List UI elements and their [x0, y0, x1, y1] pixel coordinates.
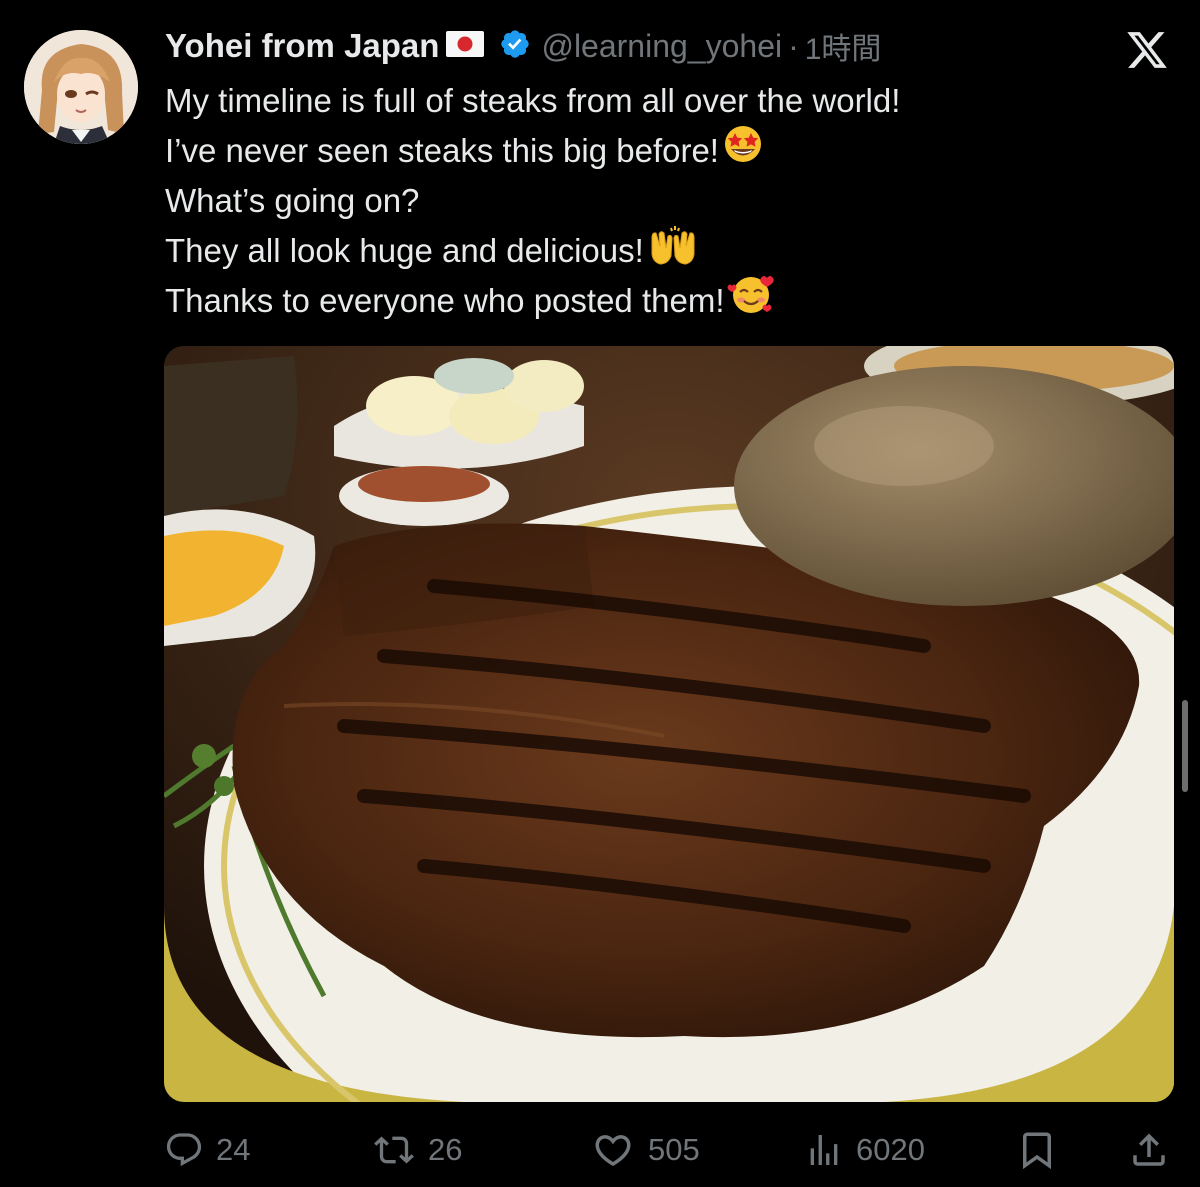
retweet-count: 26: [428, 1132, 463, 1167]
views-button[interactable]: 6020: [804, 1118, 925, 1182]
tweet-line-3: What’s going on?: [165, 176, 900, 226]
verified-badge-icon[interactable]: [499, 28, 531, 65]
reply-icon: [166, 1133, 202, 1167]
smiling-face-with-hearts-emoji: [727, 272, 777, 330]
retweet-icon: [374, 1136, 414, 1164]
tweet-line-1: My timeline is full of steaks from all o…: [165, 76, 900, 126]
tweet-action-bar: 24 26 505 6020: [0, 1118, 1200, 1182]
scrollbar[interactable]: [1182, 700, 1188, 792]
tweet-text: My timeline is full of steaks from all o…: [165, 76, 900, 326]
tweet-line-text: They all look huge and delicious!: [165, 232, 644, 269]
tweet-line-2: I’ve never seen steaks this big before!: [165, 126, 900, 176]
views-count: 6020: [856, 1132, 925, 1167]
user-handle[interactable]: @learning_yohei: [541, 28, 782, 65]
avatar-image: [24, 30, 138, 144]
reply-button[interactable]: 24: [164, 1118, 250, 1182]
separator-dot: ·: [788, 27, 799, 64]
tweet-media-photo[interactable]: [164, 346, 1174, 1102]
tweet-line-text: I’ve never seen steaks this big before!: [165, 132, 719, 169]
star-struck-emoji: [721, 124, 765, 178]
steak-photo: [164, 346, 1174, 1102]
reply-count: 24: [216, 1132, 251, 1167]
tweet-line-text: Thanks to everyone who posted them!: [165, 282, 725, 319]
heart-icon: [595, 1135, 631, 1167]
japan-flag-icon: [445, 30, 485, 63]
tweet-line-text: What’s going on?: [165, 182, 420, 219]
tweet-line-4: They all look huge and delicious!: [165, 226, 900, 276]
like-button[interactable]: 505: [590, 1118, 700, 1182]
retweet-button[interactable]: 26: [372, 1118, 462, 1182]
display-name[interactable]: Yohei from Japan: [165, 27, 439, 65]
tweet-header: Yohei from Japan @learning_yohei · 1時間: [165, 22, 881, 70]
share-button[interactable]: [1128, 1118, 1170, 1182]
tweet-line-5: Thanks to everyone who posted them!: [165, 276, 900, 326]
raising-hands-emoji: [646, 222, 700, 280]
bookmark-icon: [1023, 1132, 1051, 1170]
avatar[interactable]: [24, 30, 138, 144]
timestamp[interactable]: 1時間: [805, 24, 882, 68]
x-logo-icon[interactable]: [1124, 28, 1170, 72]
bookmark-button[interactable]: [1016, 1118, 1058, 1182]
tweet-line-text: My timeline is full of steaks from all o…: [165, 82, 901, 119]
share-icon: [1133, 1133, 1165, 1166]
like-count: 505: [648, 1132, 700, 1167]
views-icon: [810, 1135, 838, 1165]
